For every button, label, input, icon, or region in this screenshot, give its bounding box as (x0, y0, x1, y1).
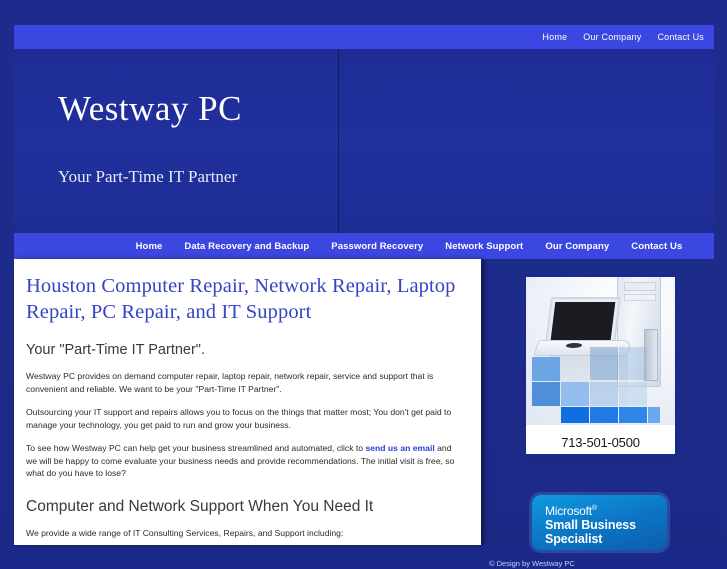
topbar-link-our-company[interactable]: Our Company (583, 32, 641, 42)
paragraph-intro: Westway PC provides on demand computer r… (26, 371, 434, 394)
badge-microsoft-text: Microsoft (545, 504, 592, 518)
sidebar-footer-note: © Design by Westway PC (489, 559, 575, 568)
send-us-an-email-link[interactable]: send us an email (365, 443, 434, 453)
top-utility-bar: Home Our Company Contact Us (14, 25, 714, 49)
laptop-screen-icon (545, 297, 621, 345)
sidebar-column: 713-501-0500 Microsoft® Small Business S… (481, 259, 714, 568)
microsoft-small-business-specialist-badge[interactable]: Microsoft® Small Business Specialist (532, 495, 667, 550)
registered-mark-icon: ® (591, 505, 597, 512)
section-heading-support-when-you-need-it: Computer and Network Support When You Ne… (26, 497, 374, 515)
content-wrapper: Houston Computer Repair, Network Repair,… (14, 259, 714, 568)
phone-number: 713-501-0500 (561, 435, 640, 450)
nav-item-contact-us[interactable]: Contact Us (631, 241, 682, 252)
site-banner: Westway PC Your Part-Time IT Partner (14, 49, 714, 233)
main-content-column: Houston Computer Repair, Network Repair,… (14, 259, 481, 545)
brand-logo-text[interactable]: Westway PC (58, 91, 242, 126)
main-navigation-bar: Home Data Recovery and Backup Password R… (14, 233, 714, 259)
nav-item-our-company[interactable]: Our Company (545, 241, 609, 252)
paragraph-contact: To see how Westway PC can help get your … (26, 442, 461, 480)
topbar-link-contact-us[interactable]: Contact Us (657, 32, 704, 42)
badge-line-microsoft: Microsoft® (545, 502, 667, 518)
section-heading-part-time-it-partner: Your "Part-Time IT Partner". (26, 342, 205, 358)
nav-item-home[interactable]: Home (136, 241, 163, 252)
nav-item-data-recovery-and-backup[interactable]: Data Recovery and Backup (184, 241, 309, 252)
paragraph-outsourcing: Outsourcing your IT support and repairs … (26, 407, 452, 430)
badge-line-small-business: Small Business (545, 518, 637, 532)
site-container: Home Our Company Contact Us Westway PC Y… (14, 25, 714, 568)
page-title: Houston Computer Repair, Network Repair,… (26, 275, 456, 323)
promo-image-card[interactable]: 713-501-0500 (523, 274, 678, 457)
brand-tagline: Your Part-Time IT Partner (58, 167, 238, 186)
nav-item-password-recovery[interactable]: Password Recovery (331, 241, 423, 252)
nav-item-network-support[interactable]: Network Support (445, 241, 523, 252)
paragraph-contact-before: To see how Westway PC can help get your … (26, 443, 366, 453)
computers-photo-icon (526, 277, 675, 425)
top-utility-links: Home Our Company Contact Us (542, 25, 704, 49)
badge-line-specialist: Specialist (545, 532, 603, 546)
paragraph-services-intro: We provide a wide range of IT Consulting… (26, 527, 344, 538)
topbar-link-home[interactable]: Home (542, 32, 567, 42)
blue-squares-mosaic (532, 347, 660, 423)
